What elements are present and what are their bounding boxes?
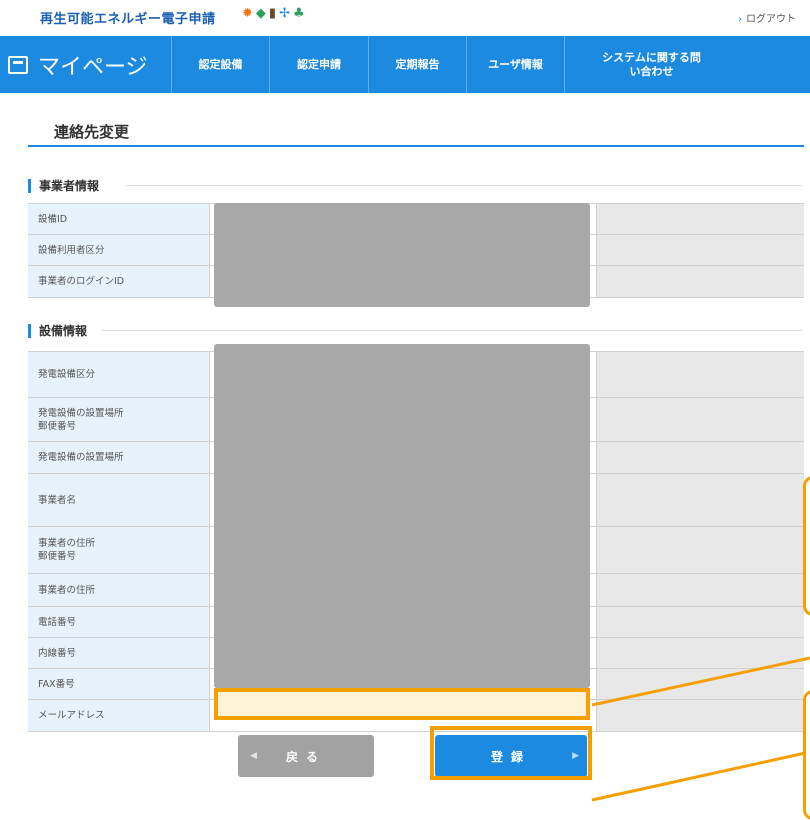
callout-bubble — [803, 476, 810, 616]
callout-pointer-lines — [591, 656, 810, 802]
callout-bubble — [803, 690, 810, 820]
